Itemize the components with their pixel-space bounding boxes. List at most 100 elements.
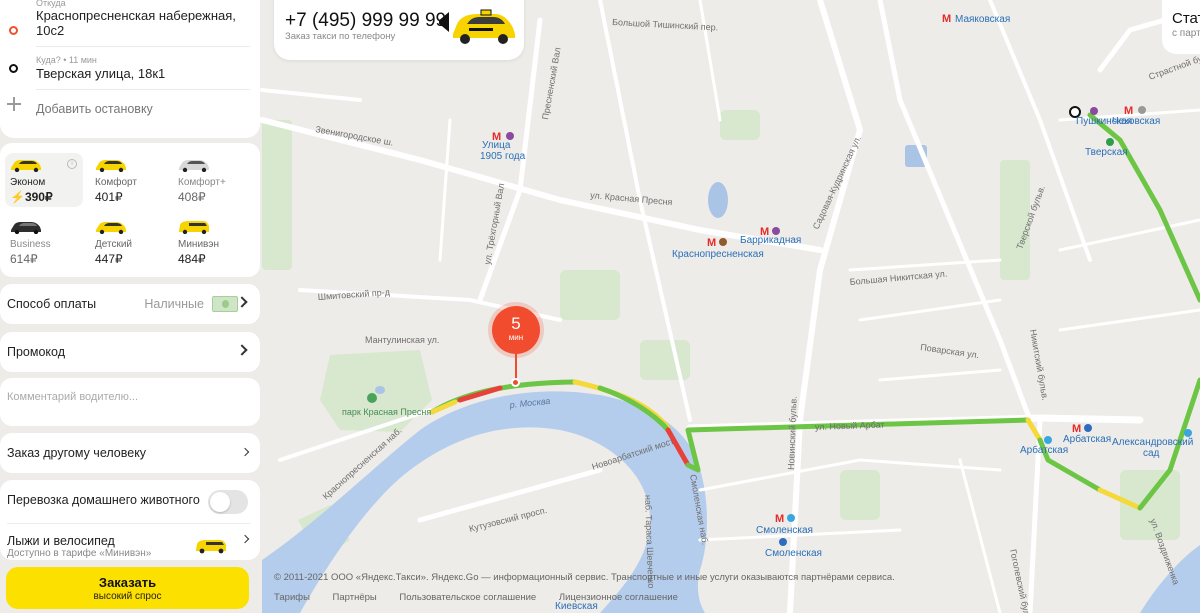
chevron-right-icon <box>240 447 250 457</box>
svg-text:M: M <box>775 513 784 525</box>
svg-text:Смоленская: Смоленская <box>756 525 813 536</box>
cash-icon <box>212 296 238 312</box>
svg-text:Арбатская: Арбатская <box>1020 444 1068 456</box>
tariff-name: Business <box>10 239 51 250</box>
status-card[interactable]: Стат с парт <box>1162 0 1200 54</box>
order-panel: Откуда Краснопресненская набережная, 10с… <box>0 0 262 613</box>
payment-method-row[interactable]: Способ оплаты Наличные <box>0 284 260 324</box>
phone-order-card[interactable]: +7 (495) 999 99 99 Заказ такси по телефо… <box>274 0 524 60</box>
pet-transport-row[interactable]: Перевозка домашнего животного <box>0 480 260 522</box>
tariff-price: 408₽ <box>178 190 206 204</box>
eta-value: 5 <box>511 314 521 333</box>
svg-text:Тверская: Тверская <box>1085 147 1128 158</box>
pet-transport-label: Перевозка домашнего животного <box>7 493 200 507</box>
order-for-other-row[interactable]: Заказ другому человеку <box>0 433 260 473</box>
payment-value: Наличные <box>144 297 204 311</box>
order-button[interactable]: Заказать высокий спрос <box>6 567 249 609</box>
chevron-right-icon <box>240 534 250 544</box>
tariff-price: ⚡390₽ <box>10 190 53 204</box>
svg-text:1905 года: 1905 года <box>480 151 526 162</box>
park-label: парк Красная Пресня <box>342 407 431 417</box>
tariff-price: 614₽ <box>10 252 38 266</box>
order-for-other-label: Заказ другому человеку <box>7 446 147 460</box>
svg-text:Баррикадная: Баррикадная <box>740 235 801 246</box>
svg-text:сад: сад <box>1143 448 1160 459</box>
eta-stem <box>515 354 517 380</box>
to-hint: Куда? • 11 мин <box>36 55 97 65</box>
divider <box>36 89 250 90</box>
minivan-icon <box>196 540 226 554</box>
tariff-comfort[interactable]: Комфорт 401₽ <box>90 153 168 207</box>
tariff-name: Комфорт <box>95 177 137 188</box>
svg-text:Арбатская: Арбатская <box>1063 433 1111 445</box>
phone-number[interactable]: +7 (495) 999 99 99 <box>285 10 446 32</box>
pet-transport-toggle[interactable] <box>208 490 248 514</box>
eta-unit: мин <box>508 333 524 342</box>
car-icon <box>96 222 126 234</box>
pickup-marker <box>511 378 520 387</box>
car-icon <box>11 222 41 234</box>
ski-bike-label: Лыжи и велосипед <box>7 534 115 548</box>
chevron-right-icon <box>236 296 248 308</box>
to-address-field[interactable]: Тверская улица, 18к1 <box>36 66 165 81</box>
svg-text:Маяковская: Маяковская <box>955 14 1010 25</box>
tariff-comfort-plus[interactable]: Комфорт+ 408₽ <box>173 153 251 207</box>
tariff-card: i Эконом ⚡390₽ Комфорт 401₽ Комфорт+ 408… <box>0 143 260 277</box>
svg-text:Улица: Улица <box>482 140 511 151</box>
tariff-child[interactable]: Детский 447₽ <box>90 215 168 269</box>
info-icon[interactable]: i <box>67 159 77 169</box>
car-icon <box>96 160 126 172</box>
comment-placeholder: Комментарий водителю... <box>7 391 139 403</box>
promo-label: Промокод <box>7 345 66 359</box>
tariff-price: 484₽ <box>178 252 206 266</box>
tariff-name: Эконом <box>10 177 46 188</box>
tariff-price: 447₽ <box>95 252 123 266</box>
payment-label: Способ оплаты <box>7 297 97 311</box>
car-icon <box>11 160 41 172</box>
footer-link-license[interactable]: Лицензионное соглашение <box>559 592 678 603</box>
tariff-name: Минивэн <box>178 239 219 250</box>
surge-icon: ⚡ <box>10 190 25 204</box>
tariff-name: Комфорт+ <box>178 177 226 188</box>
footer-link-partners[interactable]: Партнёры <box>333 592 377 603</box>
driver-comment-field[interactable]: Комментарий водителю... <box>0 378 260 426</box>
footer-link-user-agreement[interactable]: Пользовательское соглашение <box>399 592 536 603</box>
footer-links: Тарифы Партнёры Пользовательское соглаше… <box>274 592 698 603</box>
tariff-economy[interactable]: i Эконом ⚡390₽ <box>5 153 83 207</box>
divider <box>36 46 250 47</box>
promo-code-row[interactable]: Промокод <box>0 332 260 372</box>
tariff-minivan[interactable]: Минивэн 484₽ <box>173 215 251 269</box>
minivan-icon <box>179 221 209 234</box>
order-button-sublabel: высокий спрос <box>93 591 162 602</box>
taxi-car-icon <box>439 9 515 44</box>
svg-text:Краснопресненская: Краснопресненская <box>672 249 764 260</box>
park-icon <box>367 393 377 403</box>
status-title: Стат <box>1172 10 1200 27</box>
from-hint: Откуда <box>36 0 66 8</box>
from-address-field[interactable]: Краснопресненская набережная, 10с2 <box>36 8 236 38</box>
svg-text:Чеховская: Чеховская <box>1112 116 1160 127</box>
order-button-label: Заказать <box>98 575 157 590</box>
route-card: Откуда Краснопресненская набережная, 10с… <box>0 0 260 138</box>
to-point-icon <box>9 64 18 73</box>
ski-bike-row[interactable]: Лыжи и велосипед Доступно в тарифе «Мини… <box>0 522 260 560</box>
car-icon <box>179 160 209 172</box>
svg-text:Александровский: Александровский <box>1112 437 1193 448</box>
extra-options-card: Перевозка домашнего животного Лыжи и вел… <box>0 480 260 560</box>
tariff-business[interactable]: Business 614₽ <box>5 215 83 269</box>
tariff-price: 401₽ <box>95 190 123 204</box>
footer-link-tariffs[interactable]: Тарифы <box>274 592 310 603</box>
eta-pin: 5 мин <box>492 306 540 354</box>
from-point-icon <box>9 26 18 35</box>
svg-text:M: M <box>942 13 951 25</box>
chevron-right-icon <box>236 344 248 356</box>
svg-text:Смоленская: Смоленская <box>765 548 822 559</box>
tariff-name: Детский <box>95 239 133 250</box>
from-address-line1: Краснопресненская набережная, <box>36 8 236 23</box>
add-stop-button[interactable]: Добавить остановку <box>36 102 153 116</box>
phone-subtitle: Заказ такси по телефону <box>285 31 396 42</box>
copyright-text: © 2011-2021 ООО «Яндекс.Такси». Яндекс.G… <box>274 572 895 583</box>
plus-icon <box>7 97 21 111</box>
ski-bike-note: Доступно в тарифе «Минивэн» <box>7 548 152 559</box>
status-subtitle: с парт <box>1172 28 1200 39</box>
